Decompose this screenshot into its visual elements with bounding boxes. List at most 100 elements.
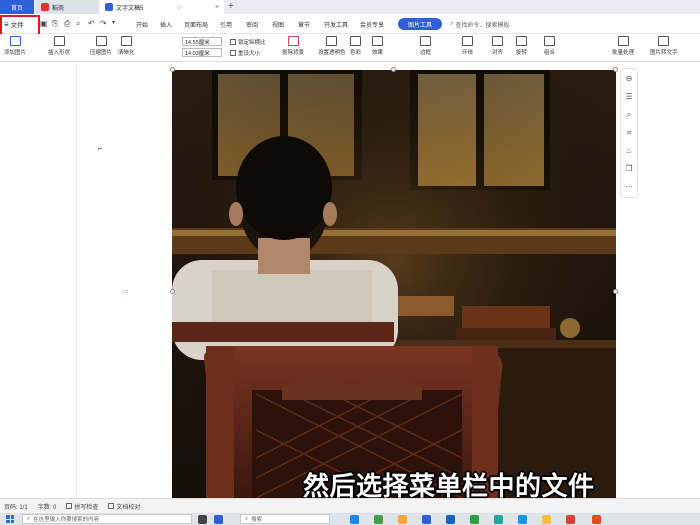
- ps-icon[interactable]: [446, 515, 455, 524]
- height-field[interactable]: 14.55厘米: [182, 37, 222, 46]
- tab-document[interactable]: 文字文稿5 ○ ×: [100, 0, 224, 14]
- anchor-icon: ▭: [122, 288, 129, 295]
- lock-ratio-checkbox[interactable]: 锁定纵横比: [230, 38, 266, 46]
- resize-handle[interactable]: [391, 67, 396, 72]
- search-icon: ⌕: [450, 21, 454, 27]
- taskbar-search-input[interactable]: ⌕ 在这里输入你要搜索的内容: [22, 514, 192, 524]
- batch-process-button[interactable]: 批量处理: [612, 36, 634, 56]
- transparent-icon: [326, 36, 338, 46]
- add-picture-label: 添加图片: [4, 50, 27, 56]
- docer-icon: [41, 3, 49, 11]
- compress-picture-button[interactable]: 压缩图片: [90, 36, 112, 56]
- insert-shape-button[interactable]: 插入形状: [48, 36, 70, 56]
- lock-ratio-box: [230, 39, 236, 45]
- taskbar-second-search[interactable]: ⌕ 搜索: [240, 514, 330, 524]
- reset-size-button[interactable]: 重设大小: [230, 49, 260, 57]
- effects-button[interactable]: 效果: [372, 36, 383, 56]
- red-app-icon[interactable]: [566, 515, 575, 524]
- app-icon[interactable]: [214, 515, 223, 524]
- zoom-icon[interactable]: ⌕: [627, 109, 631, 121]
- transparent-color-button[interactable]: 设置透明色: [318, 36, 346, 56]
- tab-docer[interactable]: 稻壳: [36, 0, 98, 14]
- width-field[interactable]: 14.03厘米: [182, 48, 222, 57]
- group-label: 组合: [544, 50, 556, 56]
- collapse-icon[interactable]: ⊖: [626, 73, 633, 85]
- picture-to-text-button[interactable]: 图片转文字: [650, 36, 678, 56]
- group-icon: [544, 36, 555, 46]
- crop-icon[interactable]: ⌗: [627, 127, 632, 139]
- spellcheck-box: [66, 503, 73, 509]
- search-icon: ⌕: [245, 515, 249, 522]
- resize-handle[interactable]: [170, 289, 175, 294]
- menu-reference[interactable]: 引用: [220, 20, 232, 29]
- yellow-app-icon[interactable]: [542, 515, 551, 524]
- tab-home[interactable]: 首页: [0, 0, 34, 14]
- menu-member[interactable]: 会员专享: [360, 20, 384, 29]
- save-icon[interactable]: ▣: [40, 19, 48, 28]
- resize-handle[interactable]: [613, 289, 618, 294]
- wrap-label: 环绕: [462, 50, 474, 56]
- menu-review[interactable]: 审阅: [246, 20, 258, 29]
- more-icon[interactable]: ⋯: [625, 181, 633, 193]
- menu-start[interactable]: 开始: [136, 20, 148, 29]
- search-icon: ⌕: [27, 515, 31, 522]
- spellcheck-toggle[interactable]: 拼写检查: [66, 502, 98, 511]
- menu-section[interactable]: 章节: [298, 20, 310, 29]
- remove-background-button[interactable]: 抠除背景: [282, 36, 304, 56]
- edge-icon[interactable]: [350, 515, 359, 524]
- bulb-icon[interactable]: ♨: [625, 145, 632, 157]
- lock-ratio-label: 锁定纵横比: [238, 40, 266, 46]
- text-cursor-icon: ⌐: [98, 144, 103, 153]
- teal-app-icon[interactable]: [494, 515, 503, 524]
- command-search[interactable]: ⌕ 查找命令、搜索模板: [450, 20, 509, 29]
- menu-view[interactable]: 视图: [272, 20, 284, 29]
- insert-shape-label: 插入形状: [48, 50, 71, 56]
- remove-bg-label: 抠除背景: [282, 50, 305, 56]
- tab-home-label: 首页: [10, 5, 23, 12]
- add-picture-button[interactable]: 添加图片: [4, 36, 26, 56]
- taskbar-second-search-label: 搜索: [251, 517, 263, 523]
- task-view-icon[interactable]: [198, 515, 207, 524]
- menu-insert[interactable]: 插入: [160, 20, 172, 29]
- command-search-label: 查找命令、搜索模板: [455, 23, 510, 29]
- copy-icon[interactable]: ❐: [625, 163, 632, 175]
- wps-icon[interactable]: [422, 515, 431, 524]
- wechat-icon[interactable]: [470, 515, 479, 524]
- window-tab-bar: 首页 稻壳 文字文稿5 ○ × +: [0, 0, 700, 14]
- selected-picture[interactable]: [172, 70, 616, 498]
- export-icon[interactable]: ⎘: [52, 19, 58, 29]
- preview-icon[interactable]: ⌕: [76, 19, 80, 29]
- windows-start-icon[interactable]: [6, 515, 14, 523]
- sharpen-button[interactable]: 清晰化: [118, 36, 135, 56]
- print-icon[interactable]: ⎙: [64, 19, 70, 29]
- blue-app-icon[interactable]: [518, 515, 527, 524]
- word-count[interactable]: 字数: 0: [38, 502, 57, 511]
- wps-window: 首页 稻壳 文字文稿5 ○ × + ≡ 文件 ▣ ⎘ ⎙ ⌕ ↶ ↷ ▾ 开始 …: [0, 0, 700, 525]
- picture-side-toolbar: ⊖ ☰ ⌕ ⌗ ♨ ❐ ⋯: [620, 68, 638, 198]
- menu-developer[interactable]: 开发工具: [324, 20, 348, 29]
- resize-handle[interactable]: [613, 67, 618, 72]
- add-picture-icon: [9, 36, 21, 46]
- green-app-icon[interactable]: [374, 515, 383, 524]
- resize-handle[interactable]: [170, 67, 175, 72]
- color-button[interactable]: 色彩: [350, 36, 361, 56]
- redo-icon[interactable]: ↷: [100, 19, 107, 28]
- page-indicator[interactable]: 页码: 1/1: [4, 502, 28, 511]
- tab-picture-tools[interactable]: 图片工具: [398, 18, 442, 30]
- proofread-toggle[interactable]: 文档校对: [108, 502, 140, 511]
- undo-icon[interactable]: ↶: [88, 19, 95, 28]
- group-button[interactable]: 组合: [544, 36, 555, 56]
- folder-icon[interactable]: [398, 515, 407, 524]
- align-button[interactable]: 对齐: [492, 36, 503, 56]
- wrap-button[interactable]: 环绕: [462, 36, 473, 56]
- more-quick-icon[interactable]: ▾: [112, 19, 115, 26]
- wps-orange-icon[interactable]: [592, 515, 601, 524]
- border-button[interactable]: 边框: [420, 36, 431, 56]
- taskbar-search-placeholder: 在这里输入你要搜索的内容: [33, 517, 100, 523]
- rotate-button[interactable]: 旋转: [516, 36, 527, 56]
- close-tab-icon[interactable]: ×: [215, 4, 219, 11]
- page-margin-line: [76, 62, 77, 498]
- new-tab-icon[interactable]: +: [228, 1, 234, 12]
- layout-icon[interactable]: ☰: [625, 91, 632, 103]
- menu-page-layout[interactable]: 页面布局: [184, 20, 208, 29]
